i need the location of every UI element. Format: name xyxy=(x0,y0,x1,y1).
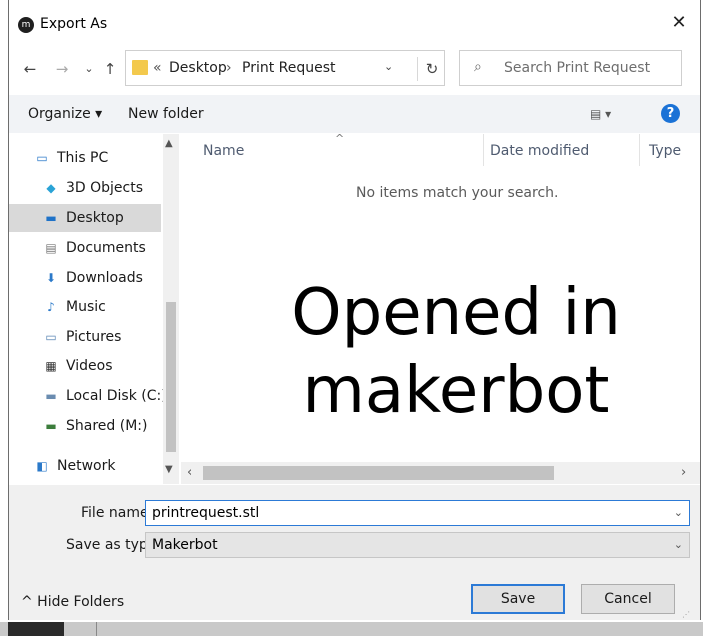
file-name-dropdown-icon[interactable]: ⌄ xyxy=(674,506,683,519)
sidebar-item-3d-objects[interactable]: ◆ 3D Objects xyxy=(42,174,143,202)
scroll-up-icon[interactable]: ▲ xyxy=(165,138,173,149)
sidebar-item-videos[interactable]: ▦ Videos xyxy=(42,352,113,380)
local-disk-icon: ▬ xyxy=(45,389,57,403)
sidebar-item-label: Shared (M:) xyxy=(66,418,148,434)
desktop-icon: ▬ xyxy=(45,211,57,225)
computer-icon: ▭ xyxy=(36,151,48,165)
file-name-label: File name: xyxy=(81,505,154,521)
sort-ascending-icon: ^ xyxy=(335,132,345,145)
breadcrumb-print-request[interactable]: Print Request xyxy=(242,60,336,76)
window-border-right xyxy=(700,0,701,620)
search-input[interactable]: ⌕ Search Print Request xyxy=(459,50,682,86)
scroll-left-icon[interactable]: ‹ xyxy=(187,465,192,480)
new-folder-button[interactable]: New folder xyxy=(128,106,204,122)
search-placeholder: Search Print Request xyxy=(504,60,651,76)
sidebar-item-shared[interactable]: ▬ Shared (M:) xyxy=(42,412,147,440)
sidebar-item-this-pc[interactable]: ▭ This PC xyxy=(33,144,108,172)
save-as-type-value: Makerbot xyxy=(152,537,218,553)
close-icon[interactable]: ✕ xyxy=(668,12,690,34)
taskbar-block xyxy=(8,622,64,636)
3d-objects-icon: ◆ xyxy=(46,181,56,195)
recent-locations-icon[interactable]: ⌄ xyxy=(79,59,99,79)
save-button[interactable]: Save xyxy=(471,584,565,614)
resize-grip-icon[interactable]: ⋰ xyxy=(682,610,690,619)
view-options-icon[interactable]: ▤ ▾ xyxy=(590,107,611,121)
sidebar-item-label: Documents xyxy=(66,240,146,256)
network-drive-icon: ▬ xyxy=(45,419,57,433)
taskbar-strip xyxy=(0,622,703,636)
dialog-footer: ^ Hide Folders Save Cancel ⋰ xyxy=(9,560,700,620)
videos-icon: ▦ xyxy=(45,359,57,373)
sidebar-item-documents[interactable]: ▤ Documents xyxy=(42,234,146,262)
navigation-pane: ▭ This PC ◆ 3D Objects ▬ Desktop ▤ Documents… xyxy=(9,134,179,484)
folder-icon xyxy=(132,60,148,75)
cancel-button[interactable]: Cancel xyxy=(581,584,675,614)
sidebar-item-local-disk[interactable]: ▬ Local Disk (C:) xyxy=(42,382,167,410)
column-header-type[interactable]: Type xyxy=(649,143,681,159)
horizontal-scrollbar[interactable]: ‹ › xyxy=(181,462,700,484)
sidebar-item-pictures[interactable]: ▭ Pictures xyxy=(42,323,121,351)
refresh-icon[interactable]: ↻ xyxy=(417,57,446,81)
back-arrow-icon[interactable]: ← xyxy=(20,59,40,79)
address-bar[interactable]: « Desktop › Print Request ⌄ ↻ xyxy=(125,50,445,86)
sidebar-item-label: Music xyxy=(66,299,106,315)
address-dropdown-icon[interactable]: ⌄ xyxy=(384,60,393,73)
network-icon: ◧ xyxy=(36,459,48,473)
sidebar-item-desktop[interactable]: ▬ Desktop xyxy=(9,204,161,232)
breadcrumb-separator: › xyxy=(226,60,232,76)
column-header-date-modified[interactable]: Date modified xyxy=(490,143,589,159)
sidebar-item-label: Videos xyxy=(66,358,113,374)
music-icon: ♪ xyxy=(47,300,55,314)
column-header-name[interactable]: Name xyxy=(203,143,244,159)
sidebar-item-network[interactable]: ◧ Network xyxy=(33,452,115,480)
up-arrow-icon[interactable]: ↑ xyxy=(100,59,120,79)
sidebar-scrollbar[interactable]: ▲ ▼ xyxy=(163,134,179,484)
overlay-annotation: Opened in makerbot xyxy=(236,274,676,430)
sidebar-item-label: Network xyxy=(57,458,116,474)
overlay-line-1: Opened in xyxy=(291,276,621,350)
scroll-right-icon[interactable]: › xyxy=(681,465,686,480)
help-icon[interactable]: ? xyxy=(661,104,680,123)
sidebar-item-downloads[interactable]: ⬇ Downloads xyxy=(42,264,143,292)
sidebar-item-label: Desktop xyxy=(66,210,124,226)
sidebar-scroll-thumb[interactable] xyxy=(166,302,176,452)
forward-arrow-icon[interactable]: → xyxy=(52,59,72,79)
downloads-icon: ⬇ xyxy=(45,271,57,285)
column-divider[interactable] xyxy=(483,134,484,166)
save-as-type-select[interactable]: Makerbot ⌄ xyxy=(145,532,690,558)
file-name-value: printrequest.stl xyxy=(152,505,260,521)
overlay-line-2: makerbot xyxy=(302,354,610,428)
horizontal-scroll-thumb[interactable] xyxy=(203,466,554,480)
search-icon: ⌕ xyxy=(474,59,482,75)
organize-button[interactable]: Organize ▾ xyxy=(28,106,102,122)
title-bar xyxy=(9,0,700,46)
documents-icon: ▤ xyxy=(45,241,57,255)
breadcrumb-overflow[interactable]: « xyxy=(153,60,162,76)
empty-folder-message: No items match your search. xyxy=(356,185,559,201)
sidebar-item-label: Pictures xyxy=(66,329,122,345)
save-form: File name: printrequest.stl ⌄ Save as ty… xyxy=(9,485,700,560)
hide-folders-button[interactable]: ^ Hide Folders xyxy=(21,594,124,610)
command-toolbar: Organize ▾ New folder ▤ ▾ ? xyxy=(9,95,700,133)
makerbot-app-icon: m xyxy=(18,17,34,33)
file-list-pane: ^ Name Date modified Type No items match… xyxy=(181,132,700,484)
sidebar-item-label: Local Disk (C:) xyxy=(66,388,167,404)
sidebar-item-music[interactable]: ♪ Music xyxy=(42,293,106,321)
sidebar-item-label: 3D Objects xyxy=(66,180,144,196)
pictures-icon: ▭ xyxy=(45,330,57,344)
save-as-type-dropdown-icon[interactable]: ⌄ xyxy=(674,538,683,551)
taskbar-divider xyxy=(96,622,97,636)
column-divider[interactable] xyxy=(639,134,640,166)
window-title: Export As xyxy=(40,16,108,32)
breadcrumb-desktop[interactable]: Desktop xyxy=(169,60,227,76)
sidebar-item-label: This PC xyxy=(57,150,109,166)
sidebar-item-label: Downloads xyxy=(66,270,143,286)
file-name-field[interactable]: printrequest.stl ⌄ xyxy=(145,500,690,526)
scroll-down-icon[interactable]: ▼ xyxy=(165,464,173,475)
